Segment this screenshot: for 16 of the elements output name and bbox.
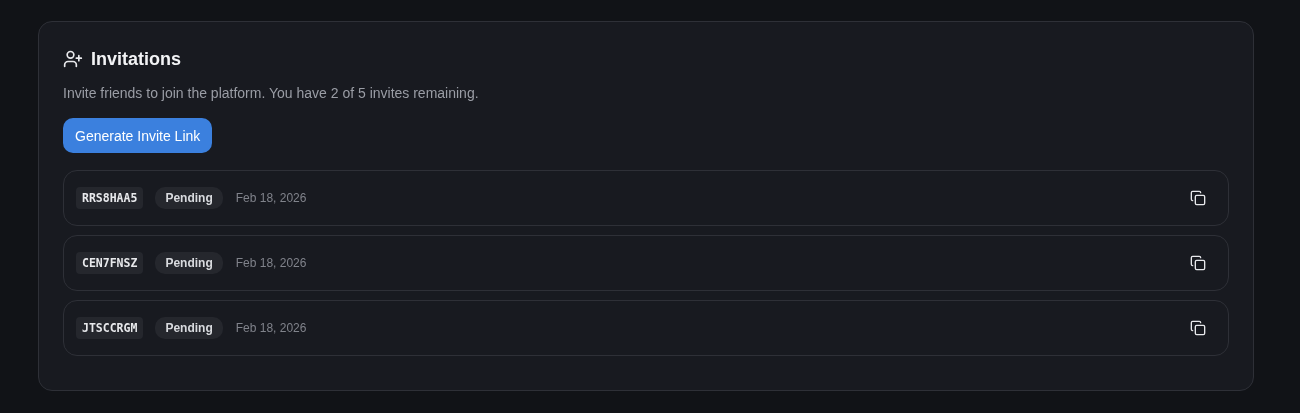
status-badge: Pending — [155, 317, 223, 339]
invite-code: CEN7FNSZ — [76, 252, 144, 274]
invite-date: Feb 18, 2026 — [235, 256, 307, 270]
generate-invite-button[interactable]: Generate Invite Link — [63, 118, 213, 153]
user-plus-icon — [63, 49, 83, 69]
invite-date: Feb 18, 2026 — [235, 191, 307, 205]
card-description: Invite friends to join the platform. You have 2 of 5 invites remaining. — [63, 85, 480, 101]
copy-icon — [1190, 190, 1206, 206]
status-badge: Pending — [155, 187, 223, 209]
copy-icon — [1190, 255, 1206, 271]
card-title: Invitations — [91, 48, 181, 70]
invite-date: Feb 18, 2026 — [235, 321, 307, 335]
invite-code: JTSCCRGM — [76, 317, 144, 339]
copy-icon — [1190, 320, 1206, 336]
invite-code: RRS8HAA5 — [76, 187, 144, 209]
status-badge: Pending — [155, 252, 223, 274]
